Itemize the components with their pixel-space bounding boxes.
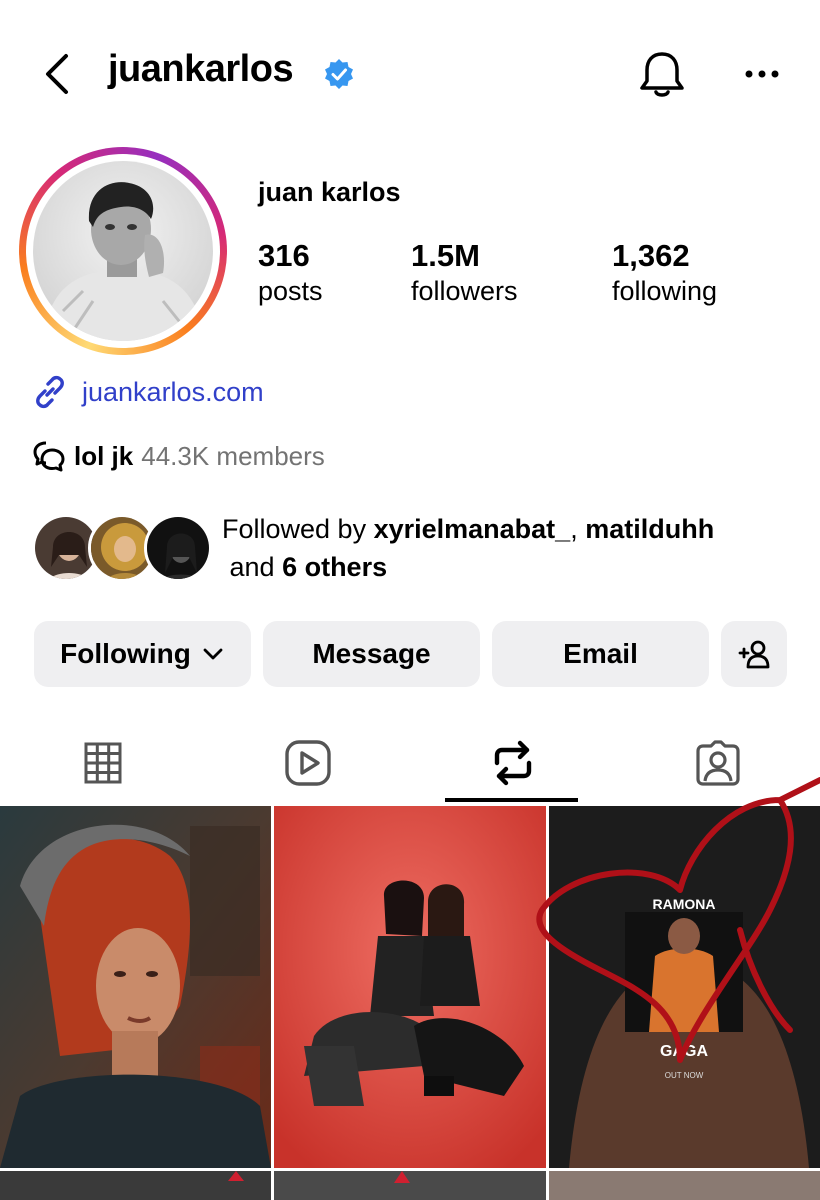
stat-following[interactable]: 1,362 following xyxy=(612,238,717,307)
message-label: Message xyxy=(312,638,431,669)
followed-by-text[interactable]: Followed by xyrielmanabat_, matilduhh an… xyxy=(222,510,802,586)
message-button[interactable]: Message xyxy=(263,621,480,687)
mutual-others: 6 others xyxy=(282,552,388,582)
mutual-user-2: matilduhh xyxy=(585,514,715,544)
mutual-avatar xyxy=(144,514,212,582)
post-thumbnail[interactable] xyxy=(274,1171,546,1200)
separator: , xyxy=(570,514,586,544)
mutual-followers-avatars[interactable] xyxy=(32,514,212,584)
community-chip[interactable]: lol jk 44.3K members xyxy=(32,438,325,474)
link-text: juankarlos.com xyxy=(82,376,264,407)
post-thumbnail[interactable] xyxy=(549,1171,820,1200)
repost-icon xyxy=(494,740,531,786)
suggest-users-button[interactable] xyxy=(721,621,787,687)
stat-label: followers xyxy=(411,276,518,306)
drawn-heart-annotation xyxy=(536,777,820,1063)
post-thumbnail[interactable] xyxy=(274,806,546,1168)
community-members: 44.3K members xyxy=(141,440,325,471)
chevron-down-icon xyxy=(203,648,223,660)
reels-icon xyxy=(284,740,331,786)
stat-label: following xyxy=(612,276,718,306)
email-label: Email xyxy=(563,638,638,669)
profile-header: juankarlos xyxy=(0,0,820,140)
following-label: Following xyxy=(60,638,191,669)
stat-followers[interactable]: 1.5M followers xyxy=(411,238,518,307)
avatar[interactable] xyxy=(33,161,213,341)
following-button[interactable]: Following xyxy=(34,621,251,687)
grid-icon xyxy=(84,742,121,784)
story-ring[interactable] xyxy=(19,147,227,355)
stat-posts[interactable]: 316 posts xyxy=(258,238,323,307)
stat-value: 316 xyxy=(258,238,310,273)
email-button[interactable]: Email xyxy=(492,621,709,687)
mutual-user-1: xyrielmanabat_ xyxy=(373,514,571,544)
profile-username: juankarlos xyxy=(108,48,294,90)
link-icon xyxy=(36,375,64,409)
tab-reels[interactable] xyxy=(205,720,410,806)
followed-by-prefix: Followed by xyxy=(222,514,374,544)
add-person-icon xyxy=(738,640,770,669)
chevron-left-icon[interactable] xyxy=(38,50,78,98)
stat-value: 1.5M xyxy=(411,238,480,273)
chat-bubbles-icon xyxy=(33,441,65,472)
post-thumbnail[interactable] xyxy=(0,806,271,1168)
more-icon[interactable] xyxy=(740,56,784,92)
profile-full-name: juan karlos xyxy=(258,177,401,207)
community-name: lol jk xyxy=(74,440,134,471)
stat-value: 1,362 xyxy=(612,238,690,273)
post-thumbnail[interactable] xyxy=(0,1171,271,1200)
tab-grid[interactable] xyxy=(0,720,205,806)
profile-link[interactable]: juankarlos.com xyxy=(32,372,264,412)
stat-label: posts xyxy=(258,276,323,306)
bell-icon[interactable] xyxy=(636,48,688,100)
and-text: and xyxy=(222,552,283,582)
verified-badge-icon xyxy=(325,59,353,89)
